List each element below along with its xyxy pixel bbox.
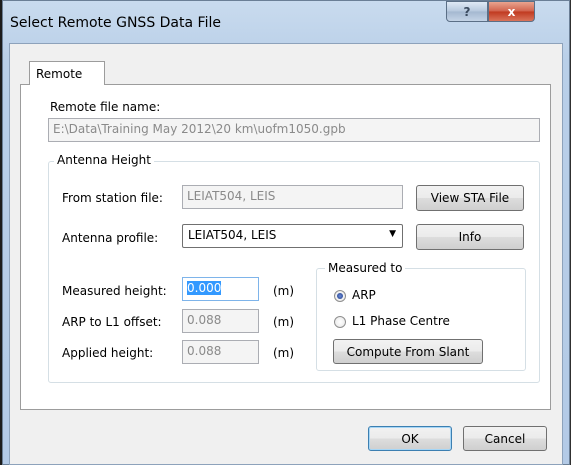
- help-icon: ?: [463, 4, 471, 19]
- compute-from-slant-button[interactable]: Compute From Slant: [333, 339, 483, 364]
- radio-arp-label: ARP: [352, 288, 376, 302]
- info-button[interactable]: Info: [416, 224, 524, 250]
- help-button[interactable]: ?: [446, 1, 488, 22]
- cancel-button[interactable]: Cancel: [463, 426, 547, 451]
- antenna-profile-value: LEIAT504, LEIS: [188, 228, 277, 242]
- arp-offset-field[interactable]: 0.088: [182, 309, 259, 333]
- radio-arp-option[interactable]: ARP: [334, 288, 504, 304]
- radio-l1-phase-centre[interactable]: [334, 316, 346, 328]
- close-icon: x: [507, 4, 516, 19]
- remote-file-field[interactable]: E:\Data\Training May 2012\20 km\uofm1050…: [48, 118, 540, 142]
- station-file-field[interactable]: LEIAT504, LEIS: [182, 185, 403, 209]
- applied-height-unit: (m): [273, 346, 295, 360]
- antenna-height-legend: Antenna Height: [54, 153, 154, 167]
- measured-height-label: Measured height:: [62, 284, 167, 298]
- measured-height-unit: (m): [273, 284, 295, 298]
- applied-height-field[interactable]: 0.088: [182, 340, 259, 364]
- tab-remote[interactable]: Remote: [29, 61, 105, 85]
- radio-l1-label: L1 Phase Centre: [352, 314, 450, 328]
- window-title: Select Remote GNSS Data File: [10, 15, 221, 31]
- antenna-profile-select[interactable]: LEIAT504, LEIS ▼: [182, 224, 403, 248]
- chevron-down-icon: ▼: [389, 229, 396, 239]
- measured-height-input[interactable]: 0.000: [182, 277, 259, 301]
- remote-file-label: Remote file name:: [50, 100, 161, 114]
- radio-arp[interactable]: [334, 290, 346, 302]
- arp-offset-label: ARP to L1 offset:: [62, 315, 162, 329]
- arp-offset-unit: (m): [273, 315, 295, 329]
- applied-height-label: Applied height:: [62, 346, 154, 360]
- ok-button[interactable]: OK: [368, 426, 452, 451]
- measured-to-legend: Measured to: [325, 261, 406, 275]
- station-file-label: From station file:: [62, 191, 163, 205]
- tab-remote-label: Remote: [36, 67, 83, 81]
- measured-height-value: 0.000: [187, 281, 222, 295]
- antenna-profile-label: Antenna profile:: [62, 231, 159, 245]
- view-sta-file-button[interactable]: View STA File: [416, 185, 524, 211]
- close-button[interactable]: x: [488, 1, 535, 22]
- radio-l1-option[interactable]: L1 Phase Centre: [334, 314, 504, 330]
